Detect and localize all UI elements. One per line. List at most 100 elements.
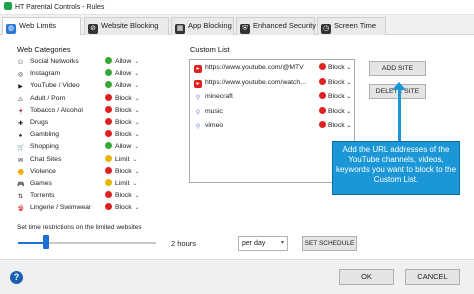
category-label: Tobacco / Alcohol (30, 106, 83, 114)
custom-item-status-dropdown[interactable]: Block ⌄ (319, 119, 353, 133)
custom-list-item[interactable]: ⚲ minecraft Block ⌄ (191, 90, 353, 104)
category-row: ◎ Instagram Allow ⌄ (17, 68, 147, 80)
time-slider-thumb[interactable] (43, 235, 49, 249)
category-icon: ✚ (17, 121, 24, 127)
callout-arrow (398, 84, 401, 142)
web-categories-heading: Web Categories (17, 45, 71, 54)
category-status-dropdown[interactable]: Allow ⌄ (105, 141, 151, 153)
category-icon: 🍷 (17, 108, 25, 115)
globe-icon: ◍ (6, 24, 16, 34)
shield-icon: ⛨ (240, 24, 250, 34)
time-slider-fill (18, 242, 46, 244)
category-status-dropdown[interactable]: Block ⌄ (105, 166, 151, 178)
help-icon[interactable]: ? (10, 271, 23, 284)
category-label: Chat Sites (30, 155, 62, 163)
custom-list-item[interactable]: ▸ https://www.youtube.com/@MTV Block ⌄ (191, 61, 353, 75)
chevron-down-icon: ⌄ (344, 123, 352, 129)
category-icon: ⚇ (17, 60, 24, 66)
block-dot-icon (319, 106, 326, 114)
category-status-dropdown[interactable]: Limit ⌄ (105, 154, 151, 166)
chevron-down-icon: ⌄ (132, 156, 138, 163)
status-dot-icon (105, 203, 112, 211)
status-dot-icon (105, 142, 112, 150)
custom-list-item-text: vimeo (205, 122, 224, 129)
category-row: ⚇ Social Networks Allow ⌄ (17, 56, 147, 68)
status-dot-icon (105, 81, 112, 89)
status-dot-icon (105, 130, 112, 138)
custom-list-box[interactable]: ▸ https://www.youtube.com/@MTV Block ⌄ ▸ htt… (189, 59, 355, 183)
category-status-dropdown[interactable]: Allow ⌄ (105, 80, 151, 92)
chevron-down-icon: ⌄ (134, 120, 140, 126)
block-dot-icon (319, 121, 326, 128)
category-status-dropdown[interactable]: Allow ⌄ (105, 56, 151, 68)
category-label: YouTube / Video (30, 82, 80, 90)
custom-list-item[interactable]: ⚲ vimeo Block ⌄ (191, 119, 353, 133)
footer-bar: ? OK CANCEL (0, 259, 474, 294)
custom-item-status-label: Block (328, 122, 345, 129)
custom-item-status-label: Block (328, 78, 345, 86)
status-dot-icon (105, 93, 112, 101)
category-row: ⚠ Adult / Porn Block ⌄ (17, 93, 147, 105)
chevron-down-icon: ⌄ (134, 205, 140, 212)
category-status-dropdown[interactable]: Block ⌄ (105, 129, 151, 141)
category-icon: ✉ (17, 157, 24, 164)
cancel-button[interactable]: CANCEL (405, 269, 460, 285)
youtube-icon: ▸ (194, 79, 202, 88)
custom-item-status-dropdown[interactable]: Block ⌄ (319, 105, 353, 119)
keyword-icon: ⚲ (195, 124, 201, 130)
chevron-down-icon: ⌄ (134, 168, 140, 175)
tab-enhanced-security[interactable]: ⛨ Enhanced Security (236, 17, 316, 35)
instruction-tooltip: Add the URL addresses of the YouTube cha… (332, 141, 460, 195)
category-row: ✊ Violence Block ⌄ (17, 166, 147, 178)
time-value: 2 hours (171, 239, 197, 248)
chevron-down-icon: ⌄ (344, 94, 352, 100)
category-status-label: Limit (115, 155, 130, 163)
category-label: Adult / Porn (30, 94, 66, 102)
tab-web-limits[interactable]: ◍ Web Limits (2, 17, 81, 36)
add-site-button[interactable]: ADD SITE (369, 61, 426, 76)
category-status-label: Block (115, 192, 132, 200)
period-select[interactable]: per day ▾ (238, 236, 288, 251)
keyword-icon: ⚲ (195, 109, 201, 116)
ok-button[interactable]: OK (339, 269, 394, 285)
category-status-dropdown[interactable]: Block ⌄ (105, 117, 151, 129)
app-logo-icon (4, 2, 12, 10)
tab-website-blocking[interactable]: ⊘ Website Blocking (84, 17, 169, 35)
category-icon: 🛒 (17, 145, 25, 152)
chevron-down-icon: ⌄ (134, 71, 140, 78)
custom-list-item[interactable]: ⚲ music Block ⌄ (191, 105, 353, 119)
category-label: Violence (30, 167, 56, 175)
status-dot-icon (105, 191, 112, 199)
category-status-dropdown[interactable]: Limit ⌄ (105, 178, 151, 190)
custom-list-item-text: https://www.youtube.com/@MTV (205, 64, 304, 71)
block-dot-icon (319, 92, 326, 99)
category-status-label: Allow (115, 70, 132, 78)
clock-icon: ◷ (321, 24, 331, 34)
category-status-label: Limit (115, 180, 130, 187)
custom-item-status-dropdown[interactable]: Block ⌄ (319, 61, 353, 75)
tab-screen-time[interactable]: ◷ Screen Time (317, 17, 386, 35)
custom-item-status-dropdown[interactable]: Block ⌄ (319, 90, 353, 104)
category-status-dropdown[interactable]: Allow ⌄ (105, 68, 151, 80)
app-icon: ▦ (175, 24, 185, 34)
category-label: Instagram (30, 70, 61, 78)
custom-list-item-text: https://www.youtube.com/watch... (205, 78, 306, 86)
category-row: 🍷 Tobacco / Alcohol Block ⌄ (17, 105, 147, 117)
custom-item-status-dropdown[interactable]: Block ⌄ (319, 76, 353, 90)
tab-app-blocking[interactable]: ▦ App Blocking (171, 17, 234, 35)
category-label: Games (30, 180, 52, 187)
status-dot-icon (105, 179, 112, 186)
category-status-dropdown[interactable]: Block ⌄ (105, 93, 151, 105)
category-status-label: Allow (115, 82, 132, 90)
category-status-dropdown[interactable]: Block ⌄ (105, 202, 151, 214)
category-status-label: Block (115, 204, 132, 212)
set-schedule-button[interactable]: SET SCHEDULE (302, 236, 357, 251)
category-row: 🎮 Games Limit ⌄ (17, 178, 147, 190)
chevron-down-icon: ▾ (280, 240, 284, 246)
category-status-dropdown[interactable]: Block ⌄ (105, 105, 151, 117)
category-status-dropdown[interactable]: Block ⌄ (105, 190, 151, 202)
youtube-icon: ▸ (194, 65, 202, 73)
custom-list-item[interactable]: ▸ https://www.youtube.com/watch... Block ⌄ (191, 76, 353, 90)
category-status-label: Allow (115, 143, 132, 151)
category-icon: ◎ (17, 72, 24, 79)
